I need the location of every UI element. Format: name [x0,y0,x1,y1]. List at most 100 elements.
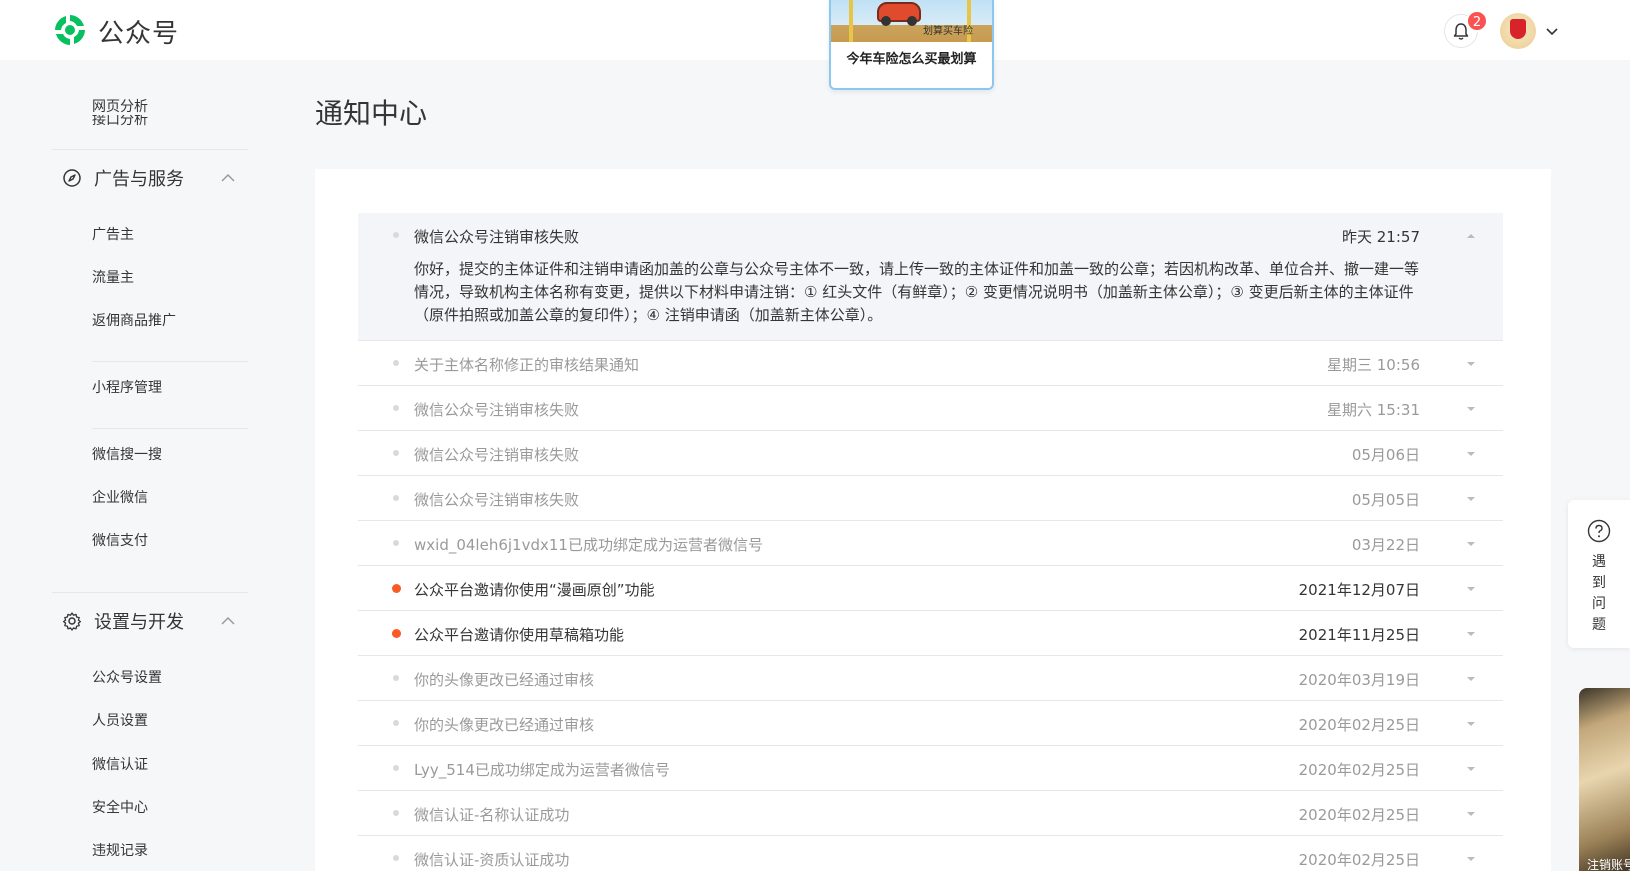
caret-down-icon[interactable] [1466,675,1476,683]
notification-time: 03月22日 [1351,536,1420,554]
notification-time: 2020年02月25日 [1298,716,1420,734]
notification-time: 星期三 10:56 [1327,356,1420,374]
notification-title[interactable]: 微信认证-资质认证成功 [414,849,569,870]
read-dot-icon [393,765,399,771]
top-header: 公众号 2 [0,0,1630,60]
caret-down-icon[interactable] [1466,405,1476,413]
read-dot-icon [393,450,399,456]
chevron-down-icon[interactable] [1545,24,1559,38]
notification-row[interactable]: 微信认证-资质认证成功 2020年02月25日 [358,836,1503,871]
chevron-up-icon[interactable] [220,170,236,186]
notification-title[interactable]: 公众平台邀请你使用草稿箱功能 [414,624,624,645]
wechat-mp-logo-icon[interactable] [52,12,88,48]
notification-title[interactable]: 你的头像更改已经通过审核 [414,714,594,735]
sidebar-item-wecom[interactable]: 企业微信 [92,487,148,507]
sidebar-divider [92,428,248,429]
help-widget-button[interactable]: 遇到问题 [1568,500,1630,648]
page-title: 通知中心 [315,97,428,130]
brand-title[interactable]: 公众号 [98,13,179,50]
notification-title[interactable]: 微信认证-名称认证成功 [414,804,569,825]
read-dot-icon [393,855,399,861]
notification-row[interactable]: wxid_04leh6j1vdx11已成功绑定成为运营者微信号 03月22日 [358,521,1503,566]
caret-down-icon[interactable] [1466,855,1476,863]
sidebar-item-wechat-verification[interactable]: 微信认证 [92,754,148,774]
sidebar-item-commission-promo[interactable]: 返佣商品推广 [92,310,176,330]
sidebar-section-ads-services[interactable]: 广告与服务 [62,166,184,190]
notification-row[interactable]: 关于主体名称修正的审核结果通知 星期三 10:56 [358,341,1503,386]
notification-title[interactable]: 微信公众号注销审核失败 [414,399,579,420]
caret-up-icon[interactable] [1466,232,1476,240]
unread-dot-icon [392,629,401,638]
notification-title[interactable]: Lyy_514已成功绑定成为运营者微信号 [414,759,670,780]
sidebar-section-label: 广告与服务 [94,169,184,190]
sidebar-divider [52,149,248,150]
sidebar-section-label: 设置与开发 [94,612,184,633]
notification-time: 星期六 15:31 [1327,401,1420,419]
notification-row[interactable]: 你的头像更改已经通过审核 2020年03月19日 [358,656,1503,701]
promo-popup-card[interactable]: 划算买车险 今年车险怎么买最划算 [829,0,994,90]
notification-body: 你好，提交的主体证件和注销申请函加盖的公章与公众号主体不一致，请上传一致的主体证… [414,260,1420,324]
sidebar-item-miniprogram[interactable]: 小程序管理 [92,377,162,397]
notification-time: 2020年02月25日 [1298,851,1420,869]
notification-time: 2021年12月07日 [1298,581,1420,599]
caret-down-icon[interactable] [1466,495,1476,503]
caret-down-icon[interactable] [1466,360,1476,368]
gear-icon [62,612,82,631]
sidebar-item-api-analysis[interactable]: 接口分析 [92,115,212,127]
notification-row[interactable]: 微信公众号注销审核失败 昨天 21:57 你好，提交的主体证件和注销申请函加盖的… [358,213,1503,341]
notification-title[interactable]: 公众平台邀请你使用“漫画原创”功能 [414,579,655,600]
sidebar-item-violation-records[interactable]: 违规记录 [92,840,148,860]
notification-time: 2020年02月25日 [1298,806,1420,824]
sidebar-item-advertiser[interactable]: 广告主 [92,224,134,244]
notification-row[interactable]: 微信认证-名称认证成功 2020年02月25日 [358,791,1503,836]
notification-title[interactable]: wxid_04leh6j1vdx11已成功绑定成为运营者微信号 [414,534,763,555]
compass-icon [63,169,81,187]
caret-down-icon[interactable] [1466,810,1476,818]
notification-count-badge: 2 [1466,10,1488,32]
notification-row[interactable]: 微信公众号注销审核失败 星期六 15:31 [358,386,1503,431]
notification-row[interactable]: 你的头像更改已经通过审核 2020年02月25日 [358,701,1503,746]
caret-down-icon[interactable] [1466,540,1476,548]
unread-dot-icon [392,584,401,593]
sidebar-item-staff-settings[interactable]: 人员设置 [92,710,148,730]
notification-time: 05月06日 [1351,446,1420,464]
sidebar-divider [52,592,248,593]
notification-time: 2021年11月25日 [1298,626,1420,644]
notification-time: 2020年03月19日 [1298,671,1420,689]
sidebar-item-wechat-pay[interactable]: 微信支付 [92,530,148,550]
notification-row[interactable]: Lyy_514已成功绑定成为运营者微信号 2020年02月25日 [358,746,1503,791]
user-avatar[interactable] [1500,13,1536,49]
question-icon [1587,519,1611,543]
notification-title[interactable]: 你的头像更改已经通过审核 [414,669,594,690]
caret-down-icon[interactable] [1466,720,1476,728]
notification-row[interactable]: 公众平台邀请你使用草稿箱功能 2021年11月25日 [358,611,1503,656]
notification-time: 昨天 21:57 [1342,228,1420,246]
avatar-seal-icon [1510,19,1526,39]
caret-down-icon[interactable] [1466,450,1476,458]
read-dot-icon [393,232,399,238]
caret-down-icon[interactable] [1466,765,1476,773]
read-dot-icon [393,675,399,681]
sidebar-item-wechat-search[interactable]: 微信搜一搜 [92,444,162,464]
caret-down-icon[interactable] [1466,585,1476,593]
read-dot-icon [393,720,399,726]
sidebar-item-security-center[interactable]: 安全中心 [92,797,148,817]
read-dot-icon [393,405,399,411]
sidebar-item-traffic-owner[interactable]: 流量主 [92,267,134,287]
sidebar-section-settings-dev[interactable]: 设置与开发 [62,609,184,633]
sidebar-item-account-settings[interactable]: 公众号设置 [92,667,162,687]
sidebar-item-web-analysis[interactable]: 网页分析 [92,96,148,116]
chevron-up-icon[interactable] [220,613,236,629]
caret-down-icon[interactable] [1466,630,1476,638]
notification-row[interactable]: 微信公众号注销审核失败 05月06日 [358,431,1503,476]
floating-video-thumbnail[interactable]: 注销账号 [1579,688,1630,871]
notification-row[interactable]: 公众平台邀请你使用“漫画原创”功能 2021年12月07日 [358,566,1503,611]
notification-title[interactable]: 微信公众号注销审核失败 [414,444,579,465]
read-dot-icon [393,810,399,816]
read-dot-icon [393,540,399,546]
notification-title[interactable]: 微信公众号注销审核失败 [414,489,579,510]
notification-title[interactable]: 关于主体名称修正的审核结果通知 [414,354,639,375]
notification-title[interactable]: 微信公众号注销审核失败 [414,226,579,247]
notification-row[interactable]: 微信公众号注销审核失败 05月05日 [358,476,1503,521]
promo-title[interactable]: 今年车险怎么买最划算 [831,48,992,67]
